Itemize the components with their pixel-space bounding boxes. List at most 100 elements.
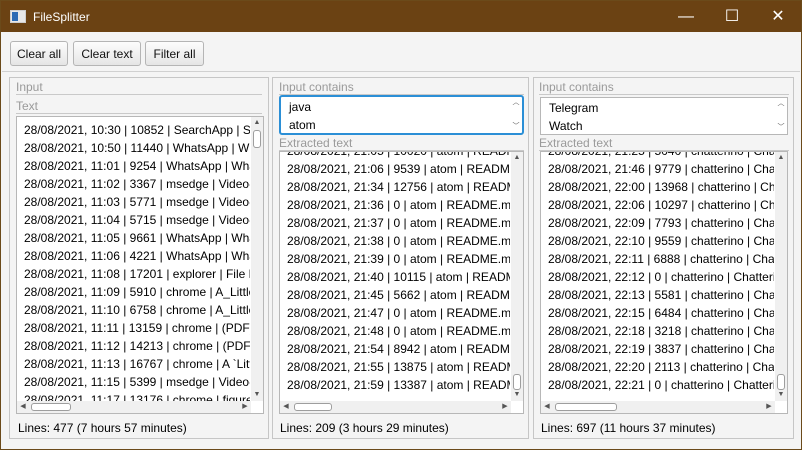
vertical-scrollbar[interactable]: ▲ ▼ — [775, 152, 787, 401]
chevron-down-icon[interactable]: ﹀ — [775, 122, 787, 134]
list-item[interactable]: 28/08/2021, 21:46 | 9779 | chatterino | … — [548, 160, 774, 178]
filter-scrollbar[interactable]: ︿ ﹀ — [510, 97, 522, 133]
chat-extracted-area[interactable]: 28/08/2021, 21:25 | 5040 | chatterino | … — [540, 151, 788, 414]
filter-list[interactable]: java atom ︿ ﹀ — [279, 95, 524, 135]
list-item[interactable]: 28/08/2021, 11:05 | 9661 | WhatsApp | Wh… — [24, 229, 250, 247]
scroll-left-icon[interactable]: ◀ — [280, 401, 292, 413]
extracted-lines: 28/08/2021, 21:05 | 10020 | atom | READM… — [287, 152, 510, 394]
input-horizontal-scrollbar[interactable]: ◀ ▶ — [17, 401, 251, 413]
window-title: FileSplitter — [33, 9, 90, 24]
list-item[interactable]: 28/08/2021, 11:03 | 5771 | msedge | Vide… — [24, 193, 250, 211]
list-item[interactable]: 28/08/2021, 11:13 | 16767 | chrome | A `… — [24, 355, 250, 373]
chevron-down-icon[interactable]: ﹀ — [510, 121, 522, 133]
list-item[interactable]: 28/08/2021, 22:13 | 5581 | chatterino | … — [548, 286, 774, 304]
list-item[interactable]: 28/08/2021, 21:38 | 0 | atom | README.mc — [287, 232, 510, 250]
scroll-thumb[interactable] — [253, 130, 261, 148]
filter-item[interactable]: Watch — [541, 117, 598, 134]
scroll-right-icon[interactable]: ▶ — [499, 401, 511, 413]
list-item[interactable]: 28/08/2021, 21:47 | 0 | atom | README.mc — [287, 304, 510, 322]
list-item[interactable]: 28/08/2021, 21:45 | 5662 | atom | READMI — [287, 286, 510, 304]
scroll-thumb[interactable] — [294, 403, 332, 411]
list-item[interactable]: 28/08/2021, 21:34 | 12756 | atom | READM — [287, 178, 510, 196]
filter-scrollbar[interactable]: ︿ ﹀ — [775, 98, 787, 134]
list-item[interactable]: 28/08/2021, 21:40 | 10115 | atom | READM — [287, 268, 510, 286]
list-item[interactable]: 28/08/2021, 10:50 | 11440 | WhatsApp | W… — [24, 139, 250, 157]
scroll-right-icon[interactable]: ▶ — [239, 401, 251, 413]
scroll-left-icon[interactable]: ◀ — [541, 401, 553, 413]
scroll-down-icon[interactable]: ▼ — [511, 389, 523, 401]
clear-text-button[interactable]: Clear text — [73, 41, 141, 66]
list-item[interactable]: 28/08/2021, 21:25 | 5040 | chatterino | … — [548, 152, 774, 160]
list-item[interactable]: 28/08/2021, 22:11 | 6888 | chatterino | … — [548, 250, 774, 268]
list-item[interactable]: 28/08/2021, 11:02 | 3367 | msedge | Vide… — [24, 175, 250, 193]
list-item[interactable]: 28/08/2021, 22:00 | 13968 | chatterino |… — [548, 178, 774, 196]
minimize-button[interactable]: — — [663, 1, 709, 32]
list-item[interactable]: 28/08/2021, 21:55 | 13875 | atom | READM — [287, 358, 510, 376]
scroll-up-icon[interactable]: ▲ — [775, 152, 787, 164]
text-label: Text — [16, 99, 262, 114]
list-item[interactable]: 28/08/2021, 22:06 | 10297 | chatterino |… — [548, 196, 774, 214]
filter-item[interactable]: java — [281, 98, 316, 116]
input-label: Input — [16, 80, 262, 95]
chat-status: Lines: 697 (11 hours 37 minutes) — [541, 421, 716, 435]
input-panel: Input Text 28/08/2021, 10:30 | 10852 | S… — [9, 77, 269, 439]
list-item[interactable]: 28/08/2021, 21:54 | 8942 | atom | READMI — [287, 340, 510, 358]
scroll-thumb[interactable] — [777, 374, 785, 390]
list-item[interactable]: 28/08/2021, 21:48 | 0 | atom | README.mc — [287, 322, 510, 340]
list-item[interactable]: 28/08/2021, 11:11 | 13159 | chrome | (PD… — [24, 319, 250, 337]
scroll-up-icon[interactable]: ▲ — [251, 117, 263, 129]
list-item[interactable]: 28/08/2021, 22:12 | 0 | chatterino | Cha… — [548, 268, 774, 286]
scroll-thumb[interactable] — [31, 403, 71, 411]
chevron-up-icon[interactable]: ︿ — [775, 98, 787, 110]
filter-all-button[interactable]: Filter all — [145, 41, 204, 66]
filter-item[interactable]: Telegram — [541, 99, 598, 117]
list-item[interactable]: 28/08/2021, 11:15 | 5399 | msedge | Vide… — [24, 373, 250, 391]
list-item[interactable]: 28/08/2021, 11:06 | 4221 | WhatsApp | Wh… — [24, 247, 250, 265]
horizontal-scrollbar[interactable]: ◀ ▶ — [541, 401, 775, 413]
list-item[interactable]: 28/08/2021, 21:06 | 9539 | atom | README — [287, 160, 510, 178]
list-item[interactable]: 28/08/2021, 22:09 | 7793 | chatterino | … — [548, 214, 774, 232]
horizontal-scrollbar[interactable]: ◀ ▶ — [280, 401, 511, 413]
list-item[interactable]: 28/08/2021, 21:36 | 0 | atom | README.mc — [287, 196, 510, 214]
close-button[interactable]: ✕ — [755, 1, 801, 32]
list-item[interactable]: 28/08/2021, 22:20 | 2113 | chatterino | … — [548, 358, 774, 376]
list-item[interactable]: 28/08/2021, 22:21 | 0 | chatterino | Cha… — [548, 376, 774, 394]
list-item[interactable]: 28/08/2021, 11:01 | 9254 | WhatsApp | Wh… — [24, 157, 250, 175]
list-item[interactable]: 28/08/2021, 21:39 | 0 | atom | README.mc — [287, 250, 510, 268]
list-item[interactable]: 28/08/2021, 22:15 | 6484 | chatterino | … — [548, 304, 774, 322]
scroll-down-icon[interactable]: ▼ — [775, 389, 787, 401]
extracted-text-label: Extracted text — [279, 136, 524, 151]
list-item[interactable]: 28/08/2021, 11:04 | 5715 | msedge | Vide… — [24, 211, 250, 229]
list-item[interactable]: 28/08/2021, 21:37 | 0 | atom | README.mc — [287, 214, 510, 232]
clear-all-button[interactable]: Clear all — [10, 41, 68, 66]
input-contains-label: Input contains — [539, 80, 789, 95]
scroll-right-icon[interactable]: ▶ — [763, 401, 775, 413]
list-item[interactable]: 28/08/2021, 11:10 | 6758 | chrome | A_Li… — [24, 301, 250, 319]
list-item[interactable]: 28/08/2021, 22:10 | 9559 | chatterino | … — [548, 232, 774, 250]
scroll-left-icon[interactable]: ◀ — [17, 401, 29, 413]
vertical-scrollbar[interactable]: ▲ ▼ — [511, 152, 523, 401]
input-text-area[interactable]: 28/08/2021, 10:30 | 10852 | SearchApp | … — [16, 116, 264, 414]
atom-extracted-area[interactable]: 28/08/2021, 21:05 | 10020 | atom | READM… — [279, 151, 524, 414]
filter-items: java atom — [281, 98, 316, 133]
list-item[interactable]: 28/08/2021, 11:12 | 14213 | chrome | (PD… — [24, 337, 250, 355]
scroll-down-icon[interactable]: ▼ — [251, 389, 263, 401]
input-vertical-scrollbar[interactable]: ▲ ▼ — [251, 117, 263, 401]
filter-item[interactable]: atom — [281, 116, 316, 133]
list-item[interactable]: 28/08/2021, 11:09 | 5910 | chrome | A_Li… — [24, 283, 250, 301]
chat-filter-panel: Input contains Telegram Watch ︿ ﹀ Extract… — [533, 77, 794, 439]
filter-list[interactable]: Telegram Watch ︿ ﹀ — [540, 97, 788, 135]
chevron-up-icon[interactable]: ︿ — [510, 97, 522, 109]
scroll-thumb[interactable] — [555, 403, 617, 411]
list-item[interactable]: 28/08/2021, 11:08 | 17201 | explorer | F… — [24, 265, 250, 283]
title-bar[interactable]: FileSplitter — ☐ ✕ — [1, 1, 801, 32]
list-item[interactable]: 28/08/2021, 21:05 | 10020 | atom | READM… — [287, 152, 510, 160]
list-item[interactable]: 28/08/2021, 21:59 | 13387 | atom | READM — [287, 376, 510, 394]
scroll-up-icon[interactable]: ▲ — [511, 152, 523, 164]
scroll-thumb[interactable] — [513, 374, 521, 390]
list-item[interactable]: 28/08/2021, 10:30 | 10852 | SearchApp | … — [24, 121, 250, 139]
list-item[interactable]: 28/08/2021, 22:18 | 3218 | chatterino | … — [548, 322, 774, 340]
input-lines: 28/08/2021, 10:30 | 10852 | SearchApp | … — [24, 121, 250, 413]
maximize-button[interactable]: ☐ — [709, 1, 755, 32]
list-item[interactable]: 28/08/2021, 22:19 | 3837 | chatterino | … — [548, 340, 774, 358]
